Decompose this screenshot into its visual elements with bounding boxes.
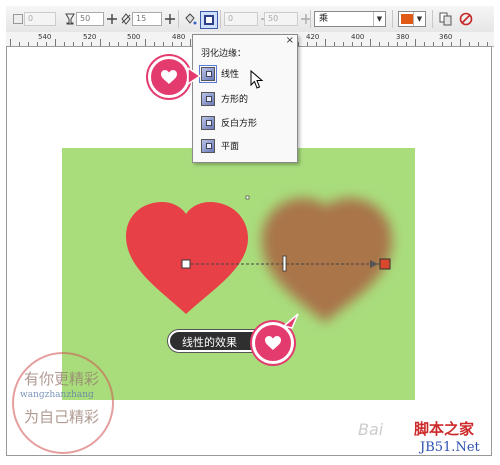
start-handle[interactable] <box>181 259 191 269</box>
heart-icon <box>161 70 177 84</box>
heart-badge <box>148 56 190 98</box>
menu-item-label: 线性 <box>221 70 240 80</box>
site-name: 脚本之家 <box>414 420 475 438</box>
menu-item-flat[interactable]: 平面 <box>201 137 291 154</box>
flat-feather-icon <box>201 138 215 153</box>
end-handle[interactable] <box>379 258 391 270</box>
baidu-watermark: Bai <box>358 420 384 439</box>
feather-edge-menu: 羽化边缘： × 线性 方形的 反白方形 平面 <box>192 34 298 163</box>
menu-item-label: 反白方形 <box>221 119 258 129</box>
badge-pointer <box>188 67 202 85</box>
badge-pointer <box>282 313 299 329</box>
linear-feather-icon <box>199 64 217 83</box>
square-feather-icon <box>201 91 215 106</box>
menu-title: 羽化边缘： <box>201 49 247 59</box>
menu-item-inverse-square[interactable]: 反白方形 <box>201 114 291 131</box>
watermark-text: wangzhanzhang <box>20 390 94 400</box>
menu-item-square[interactable]: 方形的 <box>201 90 291 107</box>
inverse-square-feather-icon <box>201 115 215 130</box>
mouse-cursor-icon <box>250 70 264 89</box>
watermark-text: 有你更精彩 <box>24 370 100 388</box>
center-marker[interactable] <box>245 195 250 200</box>
site-url: JB51.Net <box>420 440 480 455</box>
close-icon[interactable]: × <box>286 35 294 46</box>
menu-item-label: 平面 <box>221 142 240 152</box>
menu-item-label: 方形的 <box>221 95 249 105</box>
watermark-stamp: 有你更精彩 wangzhanzhang 为自己精彩 <box>12 352 114 454</box>
menu-item-linear[interactable]: 线性 <box>199 64 291 83</box>
heart-icon <box>265 336 281 350</box>
feathered-heart[interactable] <box>262 198 392 323</box>
watermark-text: 为自己精彩 <box>24 408 100 426</box>
solid-heart[interactable] <box>126 202 248 314</box>
midpoint-slider[interactable] <box>282 255 287 272</box>
